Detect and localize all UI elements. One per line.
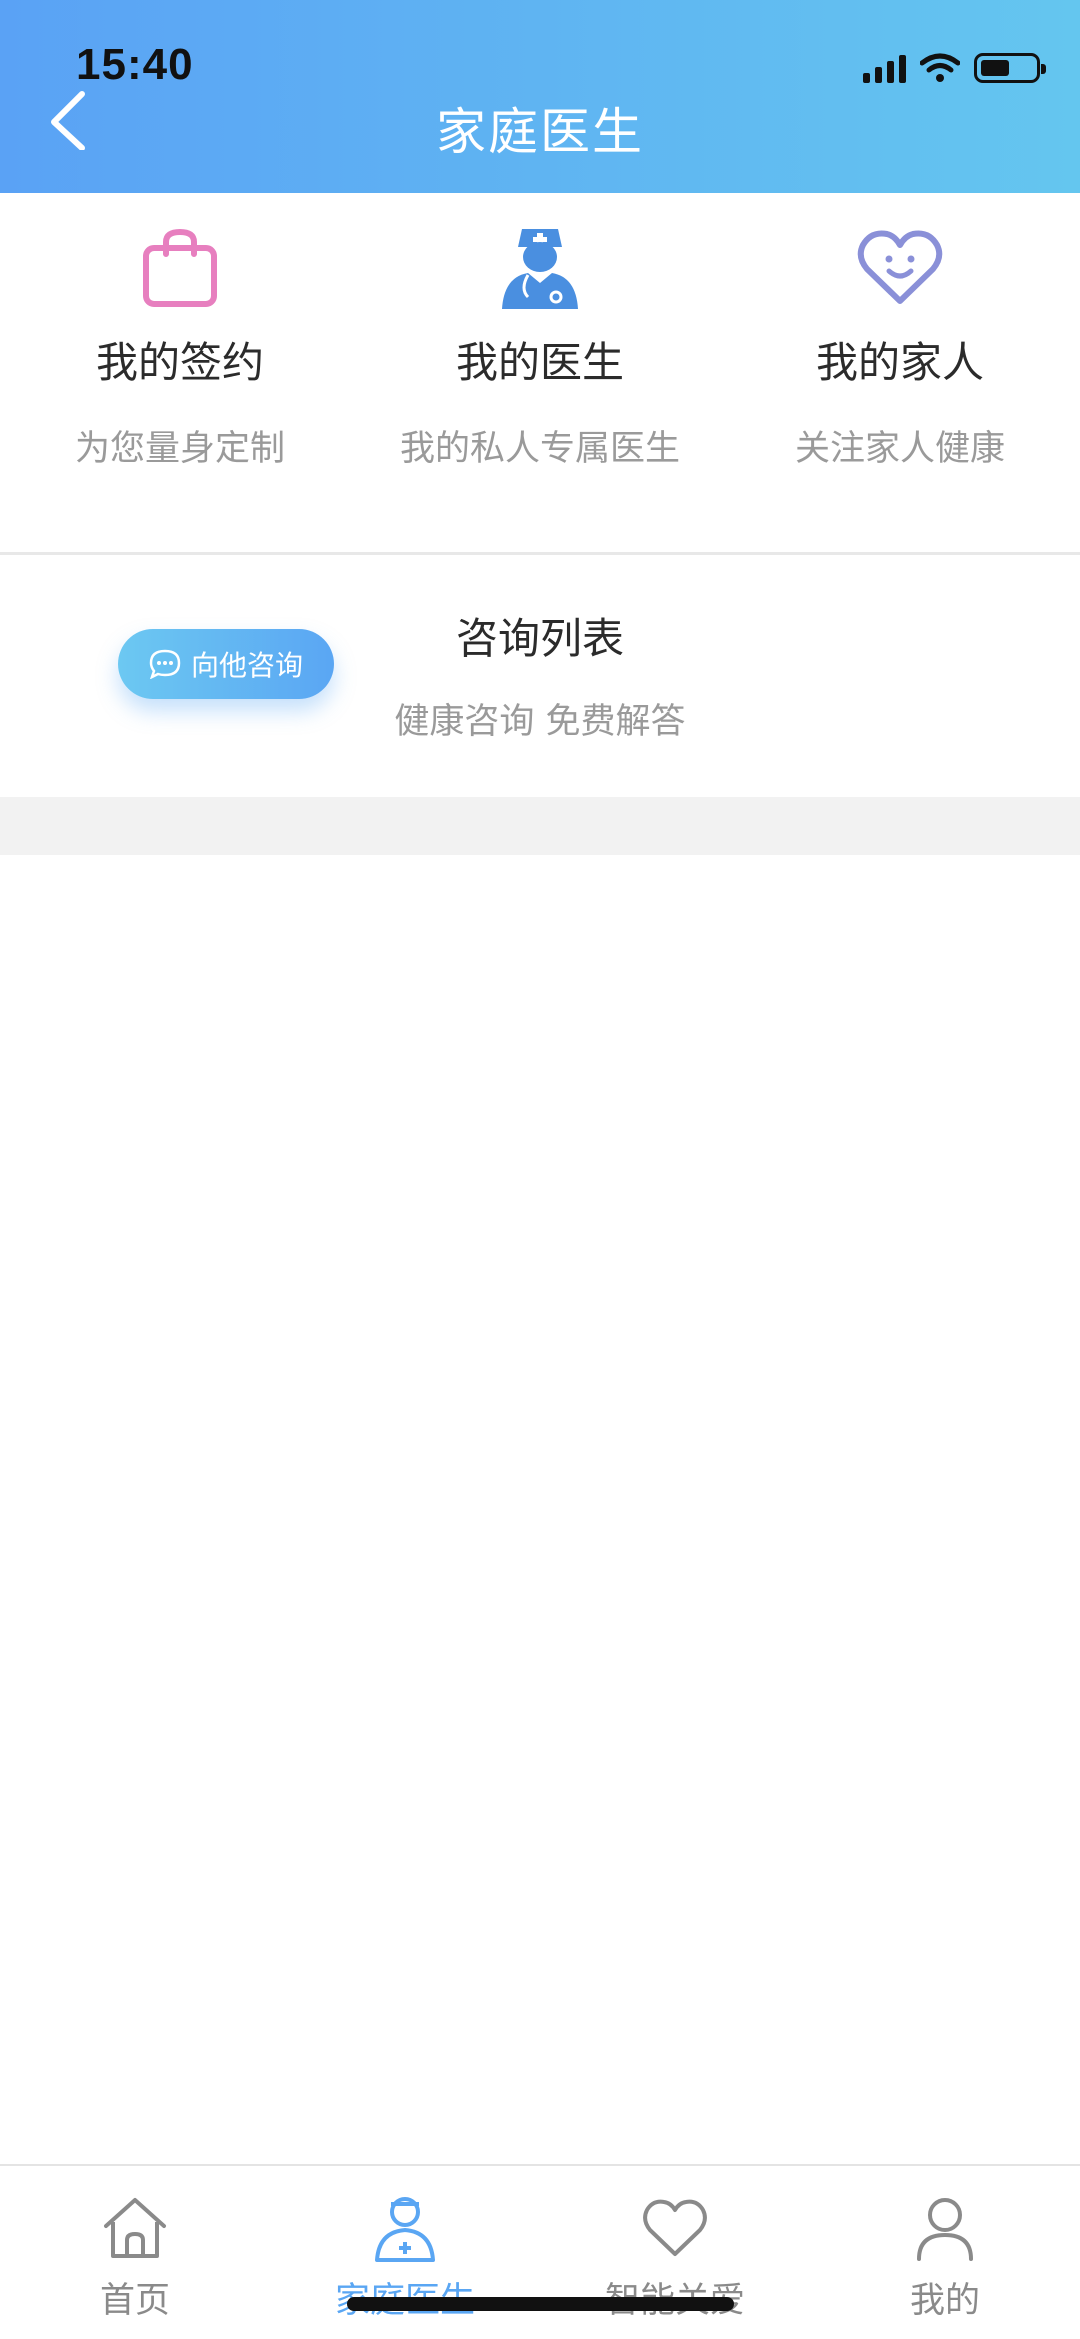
card-my-doctor[interactable]: 我的医生 我的私人专属医生 xyxy=(360,193,720,553)
doctor-icon xyxy=(497,225,583,311)
status-time: 15:40 xyxy=(76,40,194,89)
tab-smart-care[interactable]: 智能关爱 xyxy=(540,2166,810,2339)
family-doctor-icon xyxy=(369,2192,441,2264)
quick-cards: 我的签约 为您量身定制 我的医生 我的私人专属医生 我的家人 关注家人健康 xyxy=(0,193,1080,553)
shopping-bag-icon xyxy=(137,225,223,311)
card-my-signing[interactable]: 我的签约 为您量身定制 xyxy=(0,193,360,553)
wifi-icon xyxy=(920,53,960,82)
card-subtitle: 为您量身定制 xyxy=(74,429,285,469)
tab-label: 首页 xyxy=(99,2281,170,2321)
status-icons xyxy=(863,48,1046,88)
card-title: 我的签约 xyxy=(95,338,264,387)
tab-family-doctor[interactable]: 家庭医生 xyxy=(270,2166,540,2339)
section-separator xyxy=(0,797,1080,855)
tab-label: 我的 xyxy=(909,2281,980,2321)
consult-list-title: 咨询列表 xyxy=(455,614,624,663)
user-icon xyxy=(909,2192,981,2264)
card-title: 我的家人 xyxy=(815,338,984,387)
home-icon xyxy=(99,2192,171,2264)
battery-icon xyxy=(974,53,1046,83)
header-bar: 15:40 家庭医生 xyxy=(0,0,1080,193)
consult-list-section[interactable]: 向他咨询 咨询列表 健康咨询 免费解答 xyxy=(0,555,1080,797)
consult-list-subtitle: 健康咨询 免费解答 xyxy=(394,702,686,742)
home-indicator xyxy=(347,2297,734,2311)
tab-home[interactable]: 首页 xyxy=(0,2166,270,2339)
heart-icon xyxy=(639,2192,711,2264)
card-title: 我的医生 xyxy=(455,338,624,387)
cellular-signal-icon xyxy=(863,53,906,83)
tab-bar: 首页 家庭医生 智能关爱 xyxy=(0,2164,1080,2339)
tab-mine[interactable]: 我的 xyxy=(810,2166,1080,2339)
card-my-family[interactable]: 我的家人 关注家人健康 xyxy=(720,193,1080,553)
card-subtitle: 关注家人健康 xyxy=(794,429,1005,469)
screen: 15:40 家庭医生 我的签约 为您量身定制 我的医生 我的私人专属医生 我的家… xyxy=(0,0,1080,2339)
heart-smile-icon xyxy=(857,225,943,311)
page-title: 家庭医生 xyxy=(436,103,644,161)
card-subtitle: 我的私人专属医生 xyxy=(399,429,680,469)
